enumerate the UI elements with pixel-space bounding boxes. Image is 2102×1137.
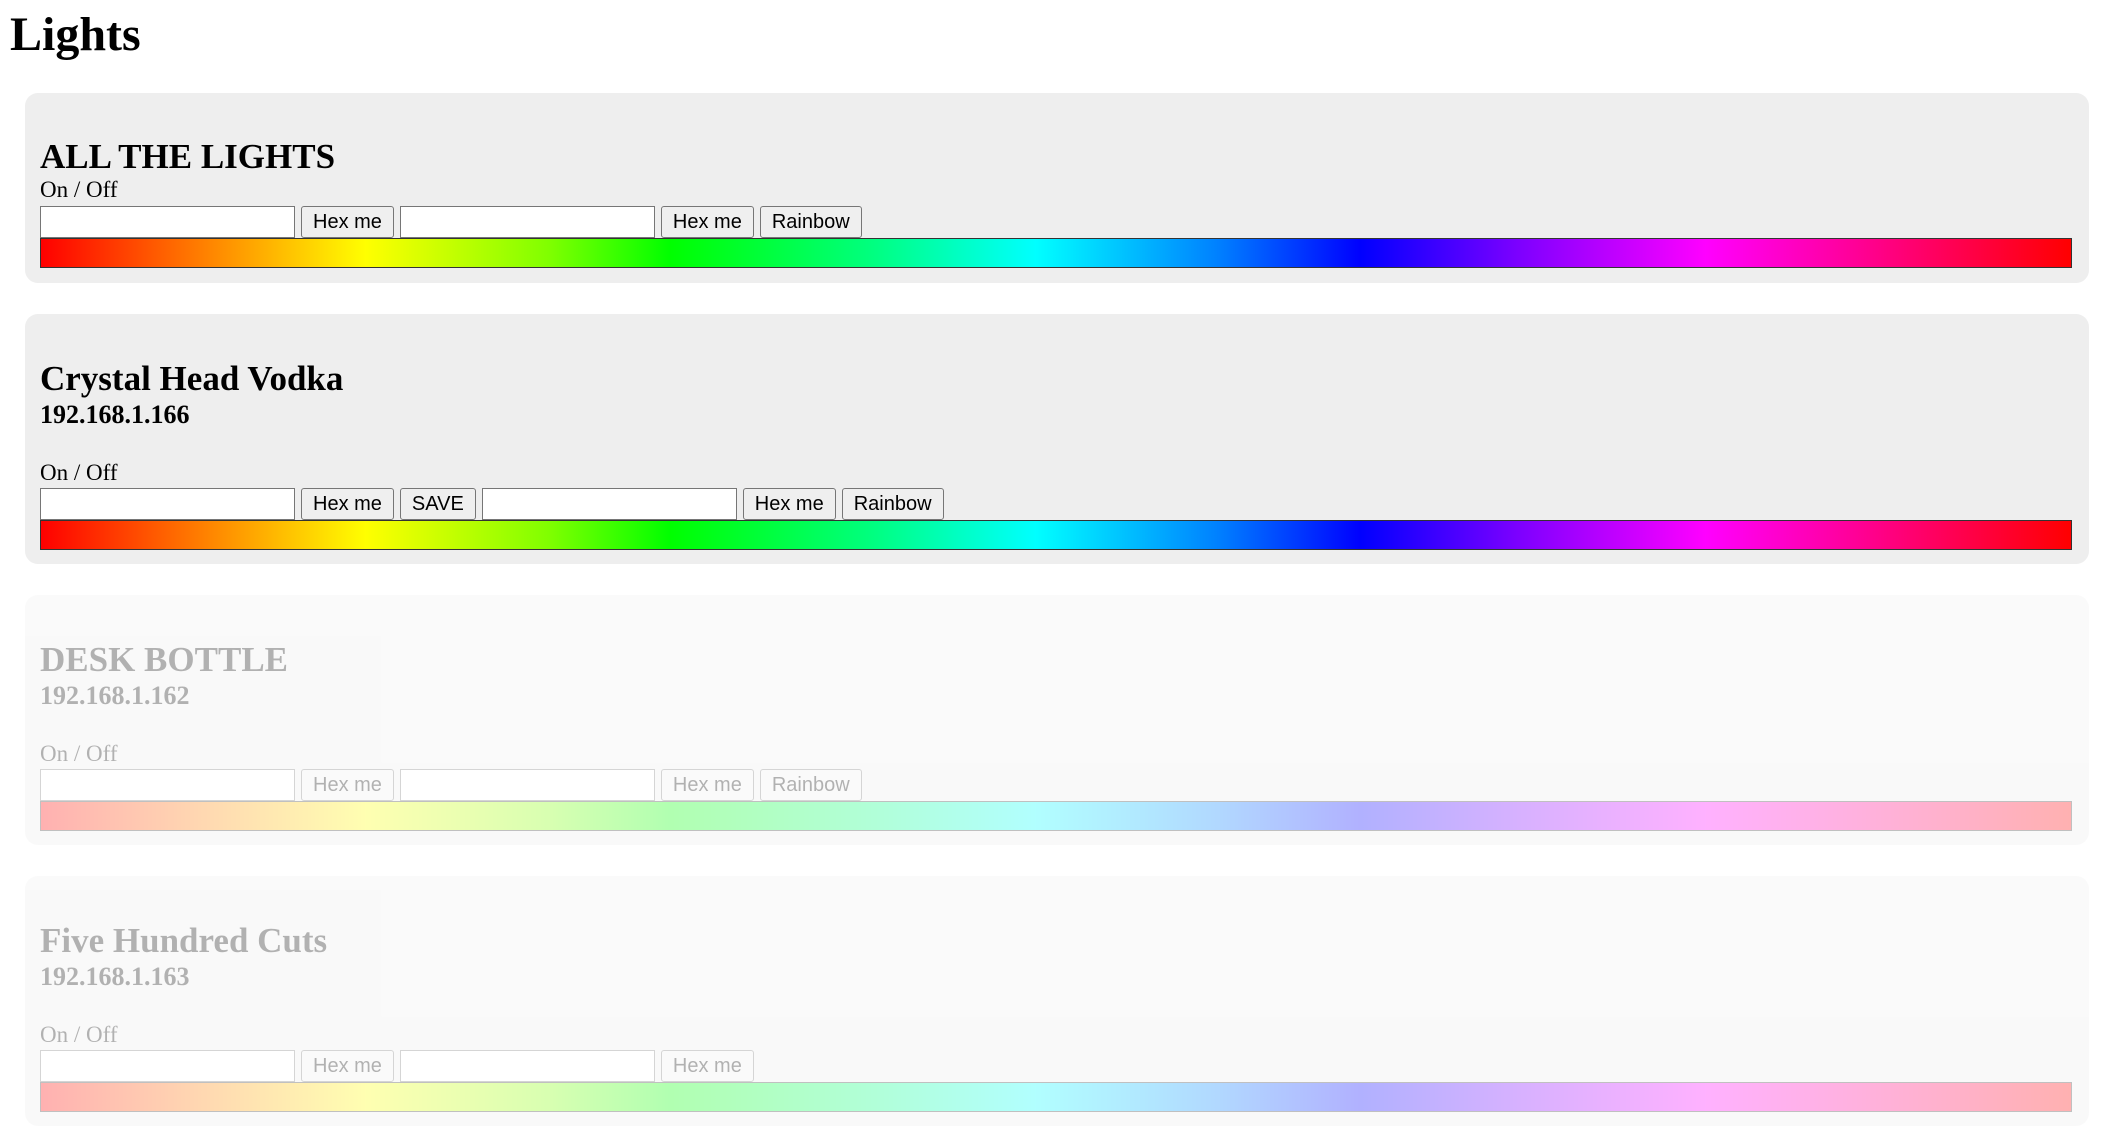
rainbow-button[interactable]: Rainbow [759, 206, 862, 238]
lights-page: Lights ALL THE LIGHTS On / Off Hex me He… [0, 0, 2102, 1137]
light-panel-desk-bottle: DESK BOTTLE 192.168.1.162 On / Off Hex m… [25, 595, 2089, 845]
color-controls: Hex me Hex me Rainbow [40, 206, 868, 238]
color-controls: Hex me Hex me Rainbow [40, 769, 868, 801]
rainbow-button[interactable]: Rainbow [841, 488, 944, 520]
light-ip-address: 192.168.1.163 [40, 962, 190, 991]
light-name: ALL THE LIGHTS [40, 137, 336, 176]
on-off-toggle[interactable]: On / Off [40, 741, 118, 767]
save-button[interactable]: SAVE [399, 488, 476, 520]
hex-me-button-1[interactable]: Hex me [301, 1050, 394, 1082]
hex-me-button-2[interactable]: Hex me [660, 1050, 754, 1082]
color-controls: Hex me SAVE Hex me Rainbow [40, 488, 950, 520]
color-controls: Hex me Hex me [40, 1050, 760, 1082]
hex-me-button-1[interactable]: Hex me [301, 769, 394, 801]
hex-color-input-2[interactable] [399, 206, 655, 238]
hex-me-button-2[interactable]: Hex me [660, 206, 754, 238]
rainbow-color-slider[interactable] [40, 520, 2072, 550]
hex-color-input-1[interactable] [40, 769, 295, 801]
hex-color-input-1[interactable] [40, 206, 295, 238]
rainbow-color-slider[interactable] [40, 238, 2072, 268]
hex-me-button-2[interactable]: Hex me [742, 488, 836, 520]
light-name: Crystal Head Vodka [40, 359, 344, 398]
hex-me-button-1[interactable]: Hex me [301, 488, 394, 520]
on-off-toggle[interactable]: On / Off [40, 177, 118, 203]
light-ip-address: 192.168.1.162 [40, 681, 190, 710]
hex-color-input-2[interactable] [399, 1050, 655, 1082]
light-ip-address: 192.168.1.166 [40, 400, 190, 429]
light-panel-crystal-head-vodka: Crystal Head Vodka 192.168.1.166 On / Of… [25, 314, 2089, 564]
rainbow-button[interactable]: Rainbow [759, 769, 862, 801]
rainbow-color-slider[interactable] [40, 1082, 2072, 1112]
hex-color-input-2[interactable] [481, 488, 737, 520]
on-off-toggle[interactable]: On / Off [40, 460, 118, 486]
page-title: Lights [10, 8, 141, 61]
light-panel-five-hundred-cuts: Five Hundred Cuts 192.168.1.163 On / Off… [25, 876, 2089, 1126]
hex-me-button-1[interactable]: Hex me [301, 206, 394, 238]
on-off-toggle[interactable]: On / Off [40, 1022, 118, 1048]
hex-color-input-2[interactable] [399, 769, 655, 801]
hex-color-input-1[interactable] [40, 488, 295, 520]
light-name: Five Hundred Cuts [40, 921, 328, 960]
light-name: DESK BOTTLE [40, 640, 289, 679]
hex-color-input-1[interactable] [40, 1050, 295, 1082]
rainbow-color-slider[interactable] [40, 801, 2072, 831]
hex-me-button-2[interactable]: Hex me [660, 769, 754, 801]
light-panel-all: ALL THE LIGHTS On / Off Hex me Hex me Ra… [25, 93, 2089, 283]
